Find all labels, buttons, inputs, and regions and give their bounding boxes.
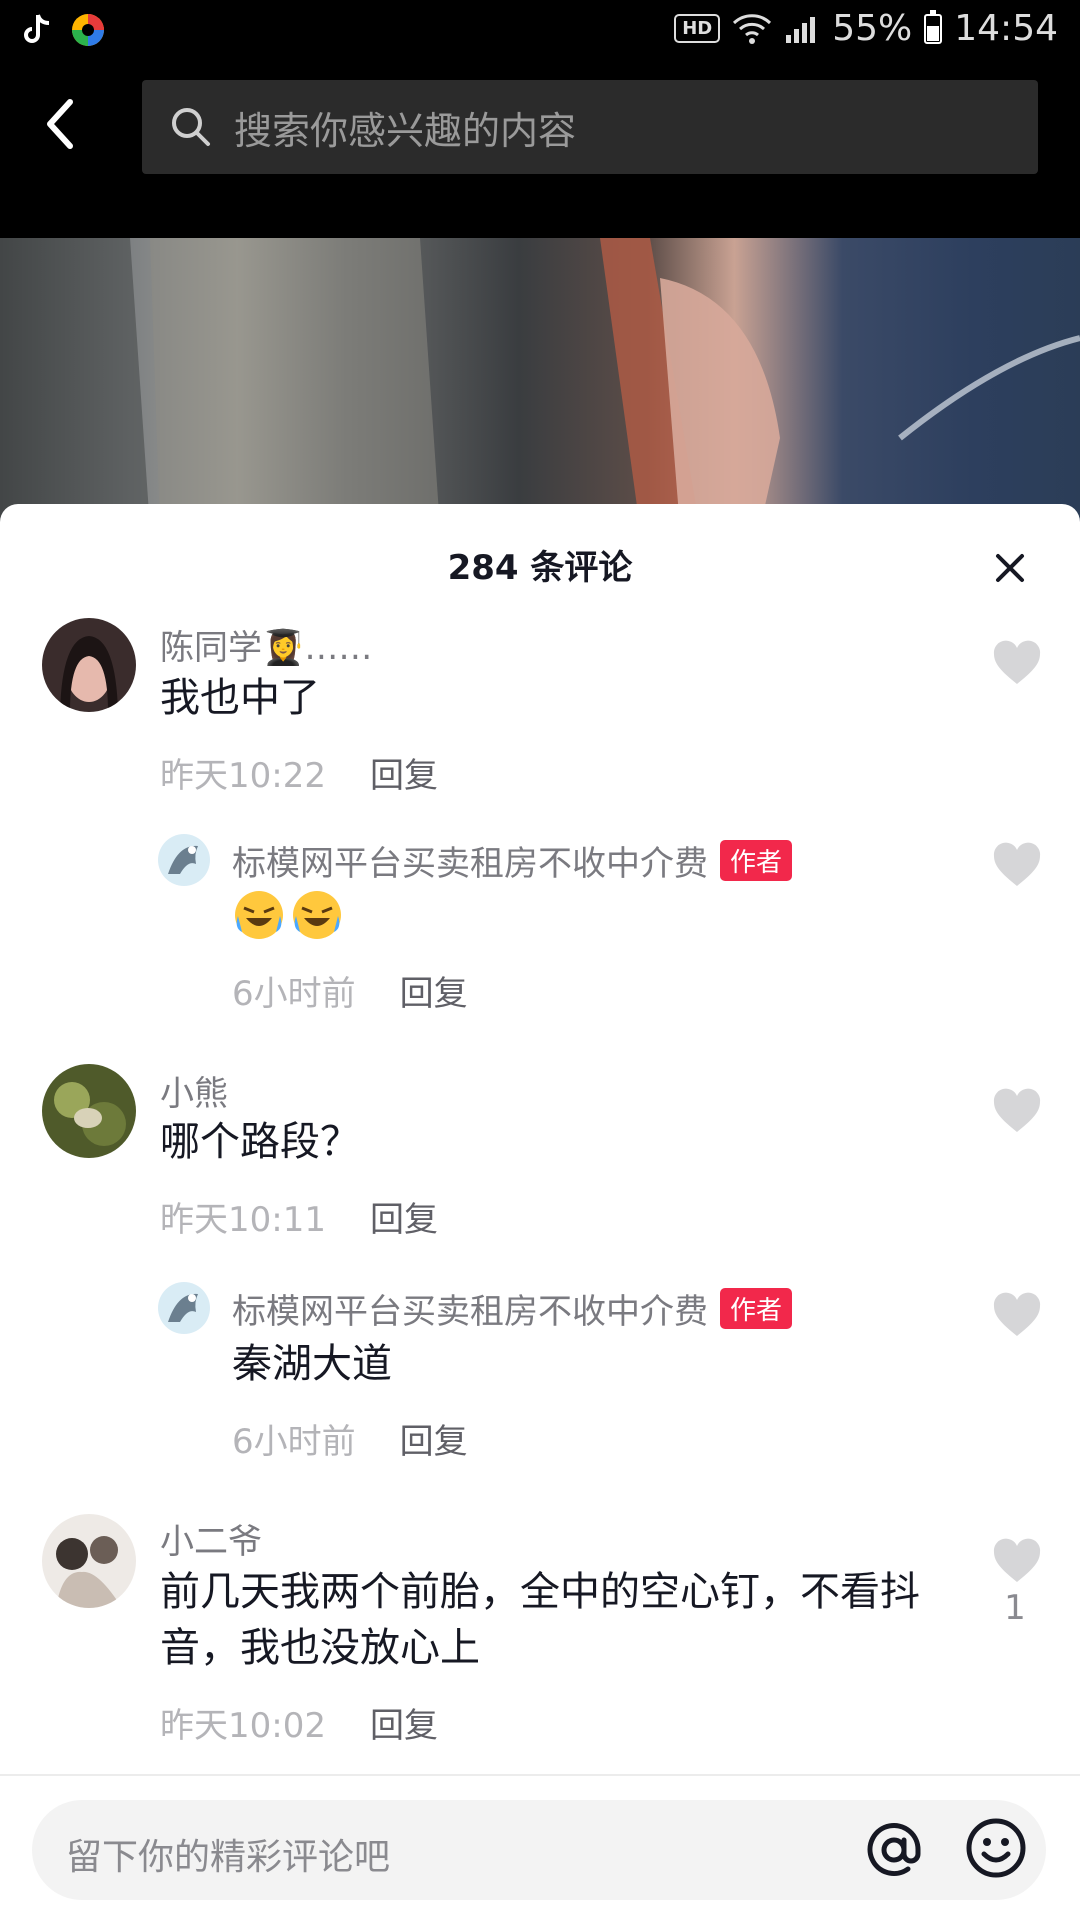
search-icon [172,108,210,146]
status-bar: HD 55% 14:54 [0,0,1080,64]
comment-username[interactable]: 小二爷 [160,1514,262,1563]
heart-icon[interactable] [992,1538,1042,1584]
comment-text-line: 前几天我两个前胎，全中的空心钉，不看抖 [160,1569,920,1615]
close-icon [996,554,1024,582]
emoji-icon[interactable] [964,1816,1028,1880]
app-notification-icon [72,14,104,46]
heart-icon[interactable] [992,1088,1042,1134]
chevron-left-icon [47,99,73,149]
mention-icon[interactable] [860,1816,928,1884]
top-nav: 搜索你感兴趣的内容 [0,64,1080,238]
reply-button[interactable]: 回复 [400,1414,468,1463]
comment-input-placeholder: 留下你的精彩评论吧 [66,1837,391,1878]
comment-text: 秦湖大道 [232,1341,392,1387]
comment-input-bar: 留下你的精彩评论吧 [0,1774,1080,1922]
avatar[interactable] [158,834,210,886]
comment-username[interactable]: 标模网平台买卖租房不收中介费 作者 [232,836,793,885]
reply-username[interactable]: 标模网平台买卖租房不收中介费 [232,836,708,885]
clock: 14:54 [954,8,1058,49]
search-placeholder: 搜索你感兴趣的内容 [234,108,577,153]
avatar[interactable] [42,1514,136,1608]
comments-count-title: 284 条评论 [447,548,633,588]
author-badge: 作者 [720,840,793,881]
reply-button[interactable]: 回复 [370,748,438,797]
hd-badge: HD [674,14,721,43]
signal-icon [786,16,816,43]
wifi-icon [733,13,772,44]
like-count: 1 [1004,1588,1026,1628]
avatar[interactable] [42,1064,136,1158]
search-input[interactable]: 搜索你感兴趣的内容 [142,80,1038,174]
avatar[interactable] [42,618,136,712]
comment-text: 我也中了 [160,675,320,721]
author-badge: 作者 [720,1288,793,1329]
tiktok-notification-icon [24,14,50,43]
laughing-crying-emoji-icon [235,891,283,939]
reply-username[interactable]: 标模网平台买卖租房不收中介费 [232,1284,708,1333]
heart-icon[interactable] [992,1292,1042,1338]
back-button[interactable] [40,94,100,164]
comment-username[interactable]: 小熊 [160,1066,228,1115]
avatar[interactable] [158,1282,210,1334]
comment-timestamp: 6小时前 [232,974,356,1014]
laughing-crying-emoji-icon [293,891,341,939]
comment-timestamp: 昨天10:22 [160,756,326,796]
comment-text: 哪个路段？ [160,1119,360,1165]
comment-username[interactable]: 陈同学👩‍🎓…… [160,620,372,669]
comment-timestamp: 6小时前 [232,1422,356,1462]
battery-icon [924,9,943,44]
heart-icon[interactable] [992,842,1042,888]
comments-panel: 284 条评论 陈同学👩‍🎓…… 我也中了 昨天10:22 回复 标模网平台买卖… [0,504,1080,1920]
reply-button[interactable]: 回复 [370,1698,438,1747]
comment-text-line: 音，我也没放心上 [160,1625,480,1671]
heart-icon[interactable] [992,640,1042,686]
reply-button[interactable]: 回复 [400,966,468,1015]
close-button[interactable] [990,548,1030,588]
video-frame-image [0,238,1080,528]
battery-percent: 55% [832,8,913,49]
comment-input[interactable]: 留下你的精彩评论吧 [32,1800,1046,1900]
reply-button[interactable]: 回复 [370,1192,438,1241]
comment-username[interactable]: 标模网平台买卖租房不收中介费 作者 [232,1284,793,1333]
comment-timestamp: 昨天10:02 [160,1706,326,1746]
comment-text: 前几天我两个前胎，全中的空心钉，不看抖 音，我也没放心上 [160,1564,920,1676]
video-preview[interactable] [0,238,1080,528]
comment-timestamp: 昨天10:11 [160,1200,326,1240]
